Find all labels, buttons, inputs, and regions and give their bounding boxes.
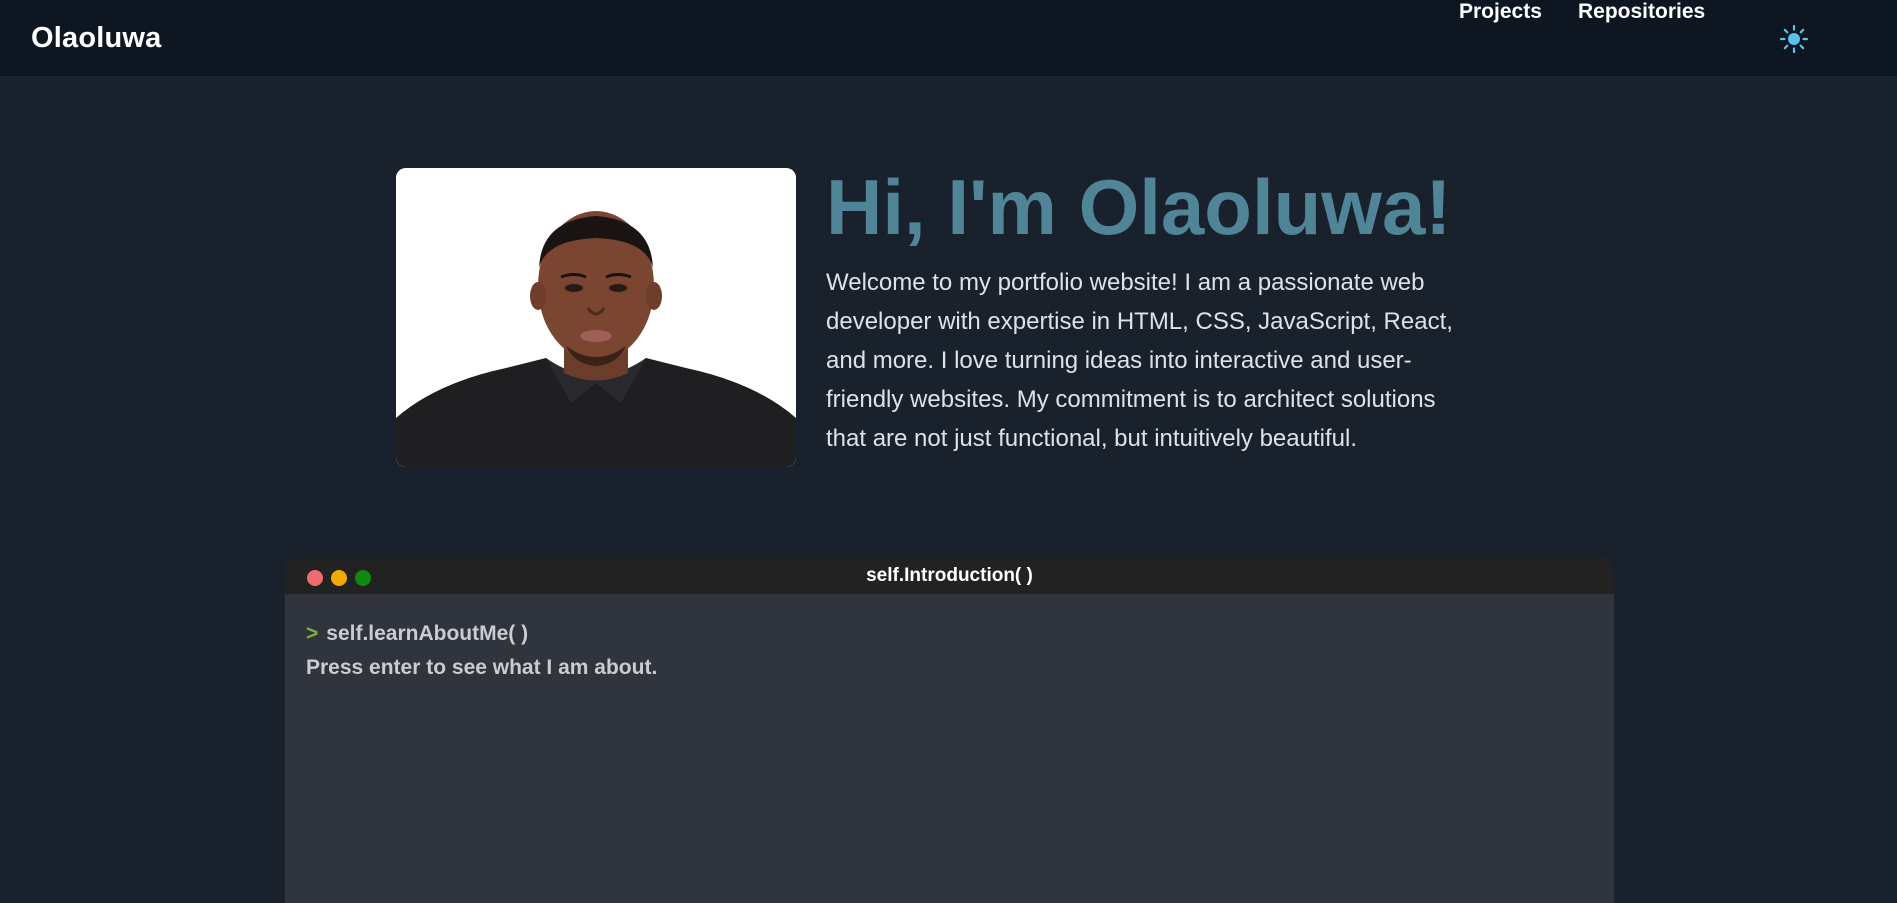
hero-title: Hi, I'm Olaoluwa! bbox=[826, 163, 1452, 251]
terminal-command: self.learnAboutMe( ) bbox=[326, 622, 529, 645]
terminal-body[interactable]: > self.learnAboutMe( ) Press enter to see… bbox=[306, 618, 1586, 686]
profile-photo-illustration bbox=[396, 168, 796, 467]
theme-toggle-button[interactable] bbox=[1779, 24, 1809, 54]
prompt-symbol: > bbox=[306, 622, 319, 645]
terminal-window[interactable]: self.Introduction( ) > self.learnAboutMe(… bbox=[285, 558, 1614, 903]
navbar: Olaoluwa Projects Repositories bbox=[0, 0, 1897, 77]
terminal-command-line: > self.learnAboutMe( ) bbox=[306, 618, 1586, 650]
hero-description: Welcome to my portfolio website! I am a … bbox=[826, 269, 1453, 452]
sun-icon bbox=[1779, 24, 1809, 54]
nav-link-repositories[interactable]: Repositories bbox=[1578, 0, 1705, 24]
nav-link-projects[interactable]: Projects bbox=[1459, 0, 1542, 24]
profile-photo bbox=[396, 168, 796, 467]
brand-logo-link[interactable]: Olaoluwa bbox=[31, 22, 162, 55]
terminal-title-bar: self.Introduction( ) bbox=[285, 558, 1614, 594]
terminal-output: Press enter to see what I am about. bbox=[306, 656, 658, 679]
terminal-title: self.Introduction( ) bbox=[866, 565, 1033, 586]
